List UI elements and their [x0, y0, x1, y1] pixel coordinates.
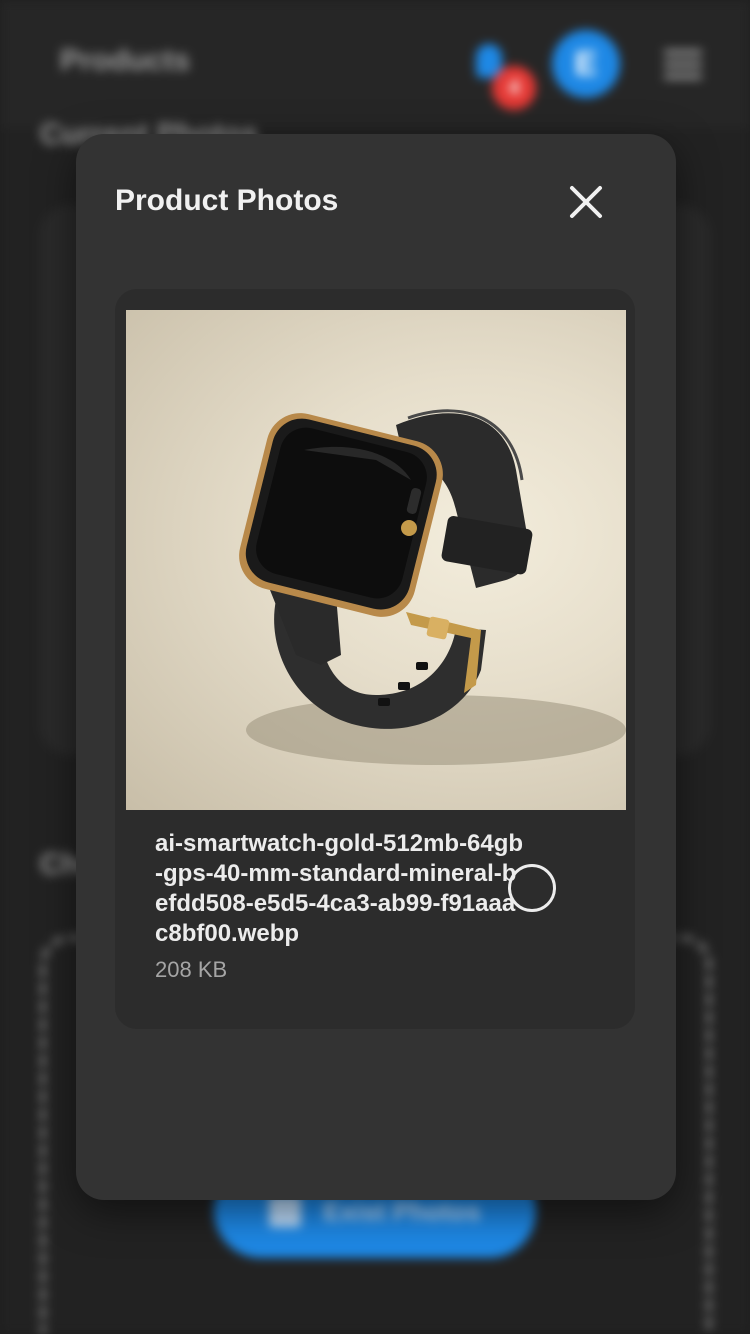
avatar: E — [552, 30, 620, 98]
photo-card[interactable]: ai-smartwatch-gold-512mb-64gb-gps-40-mm-… — [115, 289, 635, 1029]
close-button[interactable] — [560, 176, 612, 228]
photo-file-size: 208 KB — [155, 957, 228, 982]
menu-icon — [664, 50, 702, 80]
app-header: Products 4 E — [0, 0, 750, 128]
notification-badge: 4 — [492, 66, 536, 110]
photo-select-radio[interactable] — [508, 864, 556, 912]
exist-photos-label: Exist Photos — [323, 1195, 481, 1226]
product-photo-smartwatch[interactable] — [126, 310, 626, 810]
modal-title: Product Photos — [115, 184, 339, 217]
header-title: Products — [60, 44, 191, 77]
close-icon — [570, 186, 602, 218]
photo-file-name: ai-smartwatch-gold-512mb-64gb-gps-40-mm-… — [155, 830, 524, 947]
product-photos-modal: Product Photos ai-smartwatch-gold-512mb-… — [76, 134, 676, 1200]
